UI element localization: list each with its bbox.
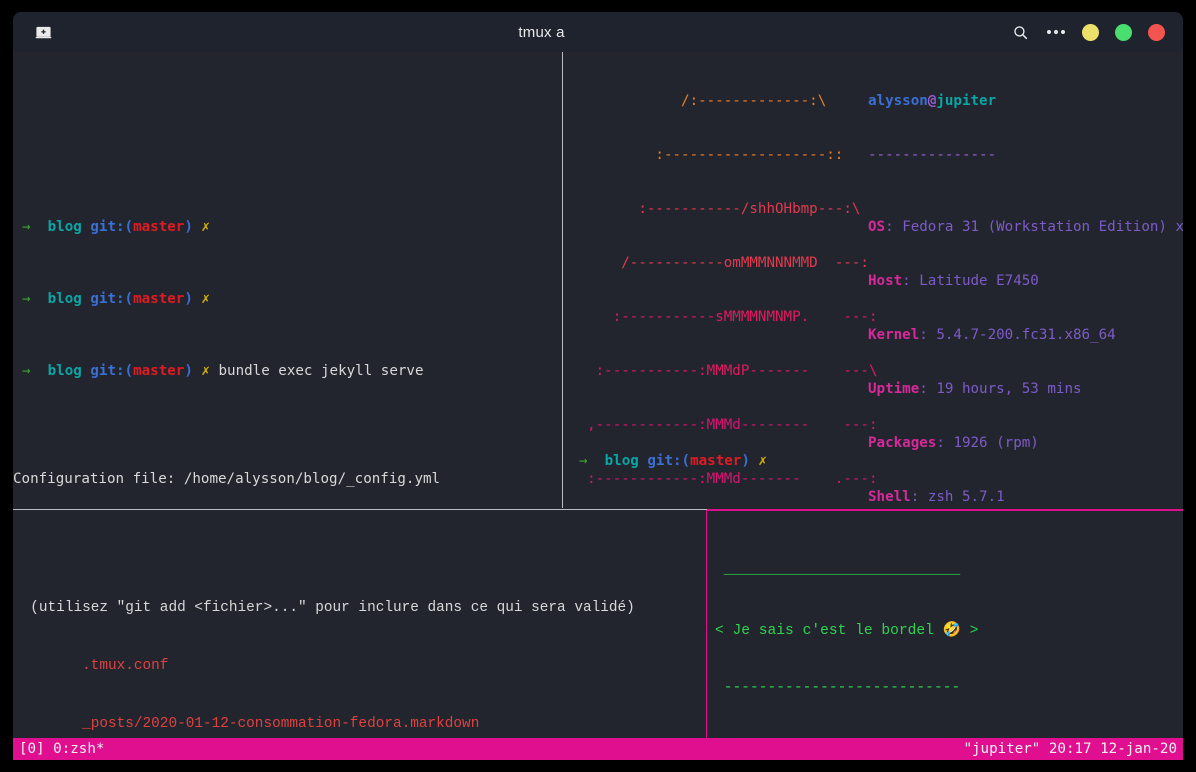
untracked-file: .tmux.conf: [13, 658, 169, 675]
speech-bubble-text: < Je sais c'est le bordel 🤣 >: [715, 620, 979, 639]
tmux-status-bar: [0] 0:zsh* "jupiter" 20:17 12-jan-20: [13, 738, 1183, 760]
speech-bubble-top: ___________________________: [715, 562, 961, 579]
ascii-line: :-----------/shhOHbmp---:\: [570, 201, 861, 217]
neofetch-row-host: Host: Latitude E7450: [868, 273, 1039, 289]
neofetch-userhost: alysson@jupiter: [868, 93, 997, 109]
neofetch-pane[interactable]: /:-------------:\ :-------------------::…: [564, 52, 1183, 508]
window-titlebar: tmux a: [13, 12, 1183, 52]
close-button[interactable]: [1148, 23, 1165, 41]
prompt-line: → blog git:(master) ✗: [22, 291, 210, 307]
neofetch-row-uptime: Uptime: 19 hours, 53 mins: [868, 381, 1082, 397]
ascii-line: :-----------:MMMdP------- ---\: [570, 363, 878, 379]
neofetch-prompt: → blog git:(master) ✗: [579, 453, 767, 469]
git-hint: (utilisez "git add <fichier>..." pour in…: [13, 600, 635, 617]
search-icon[interactable]: [1010, 22, 1030, 42]
neofetch-row-shell: Shell: zsh 5.7.1: [868, 489, 1005, 505]
status-right: "jupiter" 20:17 12-jan-20: [963, 741, 1177, 757]
neofetch-row-os: OS: Fedora 31 (Workstation Edition) x86: [868, 219, 1183, 235]
ascii-line: /-----------omMMMNNNMMD ---:: [570, 255, 869, 271]
prompt-line: → blog git:(master) ✗: [22, 219, 210, 235]
ascii-line: :-------------------::: [570, 147, 844, 163]
neofetch-row-kernel: Kernel: 5.4.7-200.fc31.x86_64: [868, 327, 1116, 343]
terminal-body: → blog git:(master) ✗ → blog git:(master…: [13, 52, 1183, 760]
minimize-button[interactable]: [1082, 23, 1099, 41]
overflow-menu-icon[interactable]: [1046, 22, 1066, 42]
prompt-line-command: → blog git:(master) ✗ bundle exec jekyll…: [22, 363, 424, 379]
speech-bubble-bottom: ---------------------------: [715, 679, 961, 696]
neofetch-info: alysson@jupiter --------------- OS: Fedo…: [868, 56, 1183, 508]
ascii-line: /:-------------:\: [570, 93, 827, 109]
status-left: [0] 0:zsh*: [19, 741, 105, 757]
neofetch-rule: ---------------: [868, 147, 997, 163]
window-title: tmux a: [518, 23, 565, 41]
untracked-file: _posts/2020-01-12-consommation-fedora.ma…: [13, 715, 480, 732]
jekyll-output: Configuration file: /home/alysson/blog/_…: [13, 434, 561, 508]
jekyll-serve-pane[interactable]: → blog git:(master) ✗ → blog git:(master…: [13, 52, 561, 508]
output-line: Configuration file: /home/alysson/blog/_…: [13, 471, 441, 487]
maximize-button[interactable]: [1115, 23, 1132, 41]
neofetch-row-packages: Packages: 1926 (rpm): [868, 435, 1039, 451]
active-pane-border-left: [706, 510, 707, 749]
terminal-app-icon: [13, 24, 73, 41]
ascii-line: :-----------sMMMMNMNMP. ---:: [570, 309, 878, 325]
pane-divider-vertical-top[interactable]: [562, 52, 563, 508]
tmux-window: tmux a → blog git:(master) ✗ → blog git:…: [0, 0, 1196, 772]
laughing-emoji: 🤣: [942, 620, 961, 638]
cowsay-pane[interactable]: ___________________________ < Je sais c'…: [709, 512, 1183, 749]
active-pane-border-top: [707, 509, 1183, 511]
git-status-pane[interactable]: (utilisez "git add <fichier>..." pour in…: [13, 512, 706, 749]
pane-divider-horizontal[interactable]: [13, 509, 707, 510]
